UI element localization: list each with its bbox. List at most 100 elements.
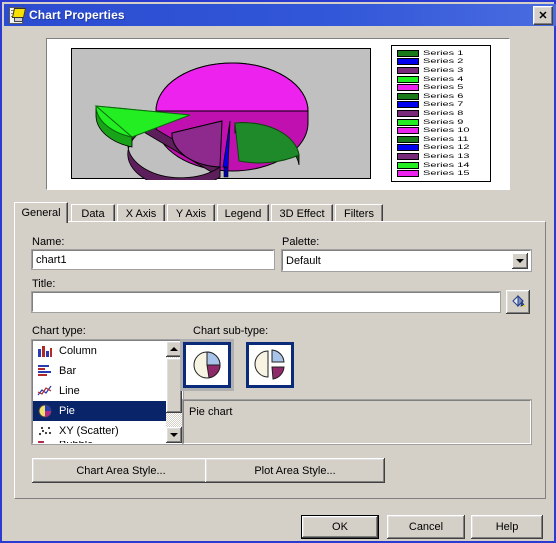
- bubble-chart-icon: [37, 441, 53, 443]
- legend-item: Series 14: [397, 161, 488, 170]
- plot-area: [71, 48, 371, 180]
- help-button[interactable]: Help: [471, 515, 543, 539]
- legend-item: Series 7: [397, 101, 488, 110]
- chart-type-item-pie[interactable]: Pie: [33, 401, 182, 421]
- tab-data[interactable]: Data: [71, 204, 115, 222]
- legend-swatch: [397, 118, 419, 126]
- legend-label: Series 4: [423, 75, 464, 83]
- chart-type-item-line[interactable]: Line: [33, 381, 182, 401]
- chart-type-label-pie: Pie: [59, 405, 75, 417]
- tab-3d-effect[interactable]: 3D Effect: [271, 204, 333, 222]
- plot-area-style-button[interactable]: Plot Area Style...: [205, 458, 385, 483]
- legend-swatch: [397, 170, 419, 178]
- close-icon[interactable]: ✕: [533, 6, 553, 25]
- ok-button[interactable]: OK: [301, 515, 379, 539]
- legend-item: Series 9: [397, 118, 488, 127]
- chart-type-item-bar[interactable]: Bar: [33, 361, 182, 381]
- scroll-down-button[interactable]: [166, 427, 182, 443]
- legend-item: Series 12: [397, 144, 488, 153]
- legend-label: Series 5: [423, 83, 464, 92]
- legend-swatch: [397, 135, 419, 143]
- legend-item: Series 4: [397, 75, 488, 84]
- legend-label: Series 11: [423, 135, 469, 143]
- legend-item: Series 15: [397, 169, 488, 178]
- tab-legend[interactable]: Legend: [217, 204, 269, 222]
- legend-swatch: [397, 84, 419, 92]
- legend-label: Series 15: [423, 169, 470, 178]
- legend-item: Series 2: [397, 58, 488, 67]
- palette-value: Default: [286, 254, 321, 267]
- pie-plain-icon: [193, 351, 221, 379]
- legend-item: Series 10: [397, 126, 488, 135]
- title-input[interactable]: [31, 291, 501, 313]
- legend-swatch: [397, 75, 419, 83]
- legend-swatch: [397, 109, 419, 117]
- chart-type-item-column[interactable]: Column: [33, 341, 182, 361]
- column-chart-icon: [37, 344, 53, 358]
- chart-type-label-column: Column: [59, 345, 97, 357]
- tab-strip: General Data X Axis Y Axis Legend 3D Eff…: [14, 202, 546, 223]
- legend-swatch: [397, 49, 419, 57]
- cancel-button[interactable]: Cancel: [387, 515, 465, 539]
- legend-item: Series 3: [397, 66, 488, 75]
- legend-item: Series 5: [397, 83, 488, 92]
- legend-label: Series 10: [423, 126, 470, 135]
- chart-legend: Series 1 Series 2 Series 3 Series 4 Seri…: [391, 45, 491, 182]
- subtype-pie-plain[interactable]: [183, 342, 231, 388]
- title-style-button[interactable]: [506, 290, 530, 314]
- legend-label: Series 8: [423, 109, 464, 117]
- legend-item: Series 6: [397, 92, 488, 101]
- palette-label: Palette:: [282, 236, 320, 248]
- legend-swatch: [397, 144, 419, 152]
- legend-swatch: [397, 161, 419, 169]
- title-bar: Chart Properties ✕: [4, 4, 556, 26]
- name-label: Name:: [32, 236, 65, 248]
- legend-swatch: [397, 101, 419, 109]
- tab-y-axis[interactable]: Y Axis: [167, 204, 215, 222]
- chart-type-label-bar: Bar: [59, 365, 77, 377]
- window-title: Chart Properties: [29, 8, 125, 22]
- pie-exploded-icon: [254, 349, 285, 380]
- chart-type-item-bubble[interactable]: Bubble: [33, 441, 182, 443]
- chart-properties-dialog: Chart Properties ✕ Series 1 Series 2 Ser…: [0, 0, 556, 543]
- line-chart-icon: [37, 384, 53, 398]
- chart-type-label: Chart type:: [32, 325, 86, 337]
- palette-select[interactable]: Default: [281, 249, 532, 272]
- legend-swatch: [397, 127, 419, 135]
- tab-general[interactable]: General: [14, 202, 68, 223]
- legend-label: Series 1: [423, 49, 464, 57]
- paint-bucket-icon: [512, 294, 525, 308]
- chart-preview: Series 1 Series 2 Series 3 Series 4 Seri…: [46, 38, 510, 190]
- chart-type-label-line: Line: [59, 385, 80, 397]
- legend-label: Series 3: [423, 66, 464, 74]
- chart-type-list[interactable]: Column Bar Line Pie XY (Scatter): [31, 339, 184, 445]
- legend-swatch: [397, 58, 419, 66]
- legend-label: Series 12: [423, 143, 470, 152]
- chart-area-style-button[interactable]: Chart Area Style...: [32, 458, 210, 483]
- chart-document-icon: [8, 7, 27, 24]
- bar-chart-icon: [37, 364, 53, 378]
- chart-type-label-scatter: XY (Scatter): [59, 425, 119, 437]
- subtype-pie-exploded[interactable]: [246, 342, 294, 388]
- chart-subtype-label: Chart sub-type:: [193, 325, 269, 337]
- legend-swatch: [397, 152, 419, 160]
- legend-item: Series 1: [397, 49, 488, 58]
- description-text: Pie chart: [189, 406, 233, 418]
- scatter-chart-icon: [37, 424, 53, 438]
- legend-label: Series 2: [423, 57, 464, 66]
- chevron-down-icon[interactable]: [512, 253, 528, 269]
- legend-item: Series 11: [397, 135, 488, 144]
- name-input[interactable]: chart1: [31, 249, 275, 270]
- tab-filters[interactable]: Filters: [335, 204, 383, 222]
- legend-label: Series 7: [423, 100, 464, 109]
- tab-x-axis[interactable]: X Axis: [117, 204, 165, 222]
- legend-label: Series 13: [423, 152, 470, 160]
- title-label: Title:: [32, 278, 56, 290]
- chart-type-description: Pie chart: [182, 399, 532, 445]
- chart-type-item-scatter[interactable]: XY (Scatter): [33, 421, 182, 441]
- chart-type-label-bubble: Bubble: [59, 441, 93, 443]
- pie-chart-icon: [37, 404, 53, 418]
- legend-label: Series 14: [423, 160, 470, 169]
- legend-label: Series 6: [423, 92, 464, 100]
- legend-item: Series 8: [397, 109, 488, 118]
